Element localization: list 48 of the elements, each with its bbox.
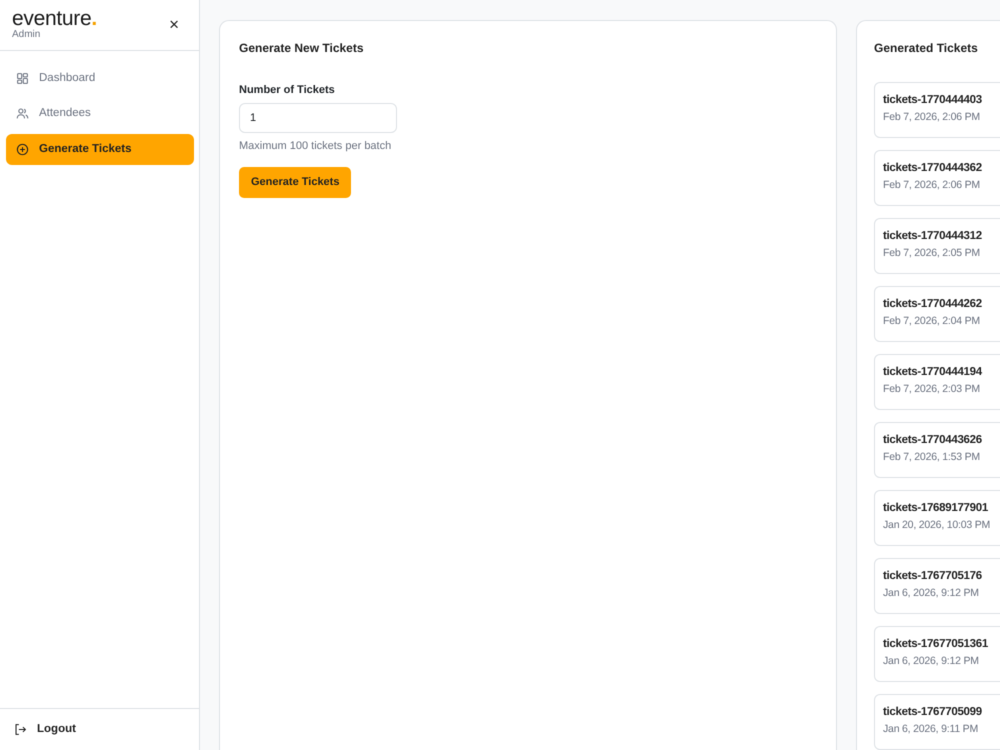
sidebar-item[interactable]: Dashboard [6, 63, 194, 94]
ticket-batch-card[interactable]: tickets-1770444262 Feb 7, 2026, 2:04 PM [874, 286, 1000, 342]
plus-circle-icon [16, 142, 29, 156]
ticket-batch-card[interactable]: tickets-1770443626 Feb 7, 2026, 1:53 PM [874, 422, 1000, 478]
batch-name: tickets-1770444403 [883, 93, 983, 108]
batch-date: Feb 7, 2026, 2:04 PM [883, 314, 981, 329]
batch-name: tickets-1770444312 [883, 229, 983, 244]
ticket-batch-card[interactable]: tickets-1770444362 Feb 7, 2026, 2:06 PM [874, 150, 1000, 206]
batch-name: tickets-1770443626 [883, 433, 983, 448]
batch-name: tickets-17689177901 [883, 501, 989, 516]
brand-subtitle: Admin [12, 30, 42, 40]
batch-date: Feb 7, 2026, 1:53 PM [883, 450, 981, 465]
field-label: Number of Tickets [239, 83, 336, 98]
ticket-count-field[interactable]: 1 [239, 102, 397, 132]
field-hint: Maximum 100 tickets per batch [239, 138, 392, 154]
batch-date: Feb 7, 2026, 2:06 PM [883, 110, 981, 125]
panel-title: Generated Tickets [874, 40, 979, 57]
batch-name: tickets-1767705176 [883, 569, 983, 584]
sidebar-item[interactable]: Generate Tickets [6, 134, 194, 165]
batch-name: tickets-1767705099 [883, 705, 983, 720]
brand-dot: . [91, 7, 98, 30]
ticket-batch-card[interactable]: tickets-1770444194 Feb 7, 2026, 2:03 PM [874, 354, 1000, 410]
ticket-batch-card[interactable]: tickets-1770444312 Feb 7, 2026, 2:05 PM [874, 218, 1000, 274]
batch-name: tickets-1770444362 [883, 161, 983, 176]
close-button[interactable]: × [169, 16, 179, 33]
panel-title: Generate New Tickets [239, 40, 365, 57]
batch-date: Jan 20, 2026, 10:03 PM [883, 518, 992, 533]
logout-icon [14, 722, 27, 736]
people-icon [16, 107, 29, 120]
ticket-batch-card[interactable]: tickets-1770444403 Feb 7, 2026, 2:06 PM [874, 82, 1000, 138]
brand-name: eventure [12, 7, 92, 30]
ticket-batch-card[interactable]: tickets-17689177901 Jan 20, 2026, 10:03 PM [874, 490, 1000, 546]
ticket-batch-card[interactable]: tickets-17677051361 Jan 6, 2026, 9:12 PM [874, 626, 1000, 682]
dashboard-grid-icon [16, 72, 29, 86]
ticket-batch-card[interactable]: tickets-1767705176 Jan 6, 2026, 9:12 PM [874, 558, 1000, 614]
logout-button[interactable]: Logout [14, 720, 76, 738]
batch-name: tickets-17677051361 [883, 637, 989, 652]
batch-name: tickets-1770444262 [883, 297, 983, 312]
batch-date: Jan 6, 2026, 9:12 PM [883, 586, 980, 601]
batch-date: Jan 6, 2026, 9:11 PM [883, 722, 980, 737]
generate-button[interactable]: Generate Tickets [239, 167, 352, 198]
ticket-batch-card[interactable]: tickets-1767705099 Jan 6, 2026, 9:11 PM [874, 694, 1000, 750]
batch-date: Feb 7, 2026, 2:06 PM [883, 178, 981, 193]
sidebar-item[interactable]: Attendees [6, 98, 194, 130]
batch-date: Feb 7, 2026, 2:05 PM [883, 246, 981, 261]
batch-date: Jan 6, 2026, 9:12 PM [883, 654, 980, 669]
batch-name: tickets-1770444194 [883, 365, 984, 380]
batch-date: Feb 7, 2026, 2:03 PM [883, 382, 981, 397]
